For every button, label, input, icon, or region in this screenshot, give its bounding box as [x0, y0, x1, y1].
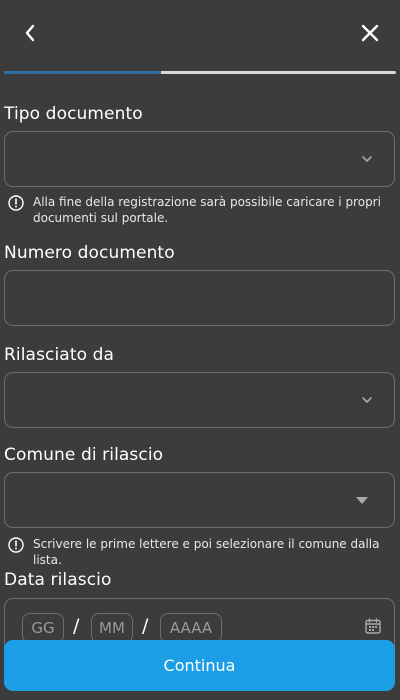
- tipo-documento-info: Alla fine della registrazione sarà possi…: [8, 194, 395, 226]
- rilasciato-da-label: Rilasciato da: [4, 345, 114, 365]
- info-text: Scrivere le prime lettere e poi selezion…: [33, 537, 380, 567]
- numero-documento-input[interactable]: [5, 271, 394, 325]
- numero-documento-field[interactable]: [4, 270, 395, 326]
- calendar-icon[interactable]: [364, 617, 382, 635]
- continue-button[interactable]: Continua: [4, 640, 395, 691]
- data-rilascio-label: Data rilascio: [4, 570, 112, 590]
- numero-documento-label: Numero documento: [4, 243, 175, 263]
- tipo-documento-select[interactable]: [4, 131, 395, 187]
- comune-di-rilascio-field[interactable]: [4, 472, 395, 528]
- progress-fill: [4, 71, 161, 74]
- info-text: Alla fine della registrazione sarà possi…: [33, 195, 381, 225]
- comune-di-rilascio-info: Scrivere le prime lettere e poi selezion…: [8, 536, 395, 568]
- tipo-documento-label: Tipo documento: [4, 104, 143, 124]
- chevron-left-icon: [25, 24, 35, 42]
- chevron-down-icon: [362, 397, 372, 403]
- back-button[interactable]: [14, 18, 46, 48]
- month-input[interactable]: MM: [91, 613, 133, 643]
- date-separator: /: [73, 615, 80, 637]
- chevron-down-icon: [362, 156, 372, 162]
- day-input[interactable]: GG: [22, 613, 64, 643]
- rilasciato-da-value[interactable]: [5, 373, 394, 427]
- info-icon: [8, 195, 24, 211]
- tipo-documento-value[interactable]: [5, 132, 394, 186]
- registration-screen: Tipo documento Alla fine della registraz…: [0, 0, 400, 700]
- date-separator: /: [142, 615, 149, 637]
- rilasciato-da-select[interactable]: [4, 372, 395, 428]
- top-bar: [0, 0, 400, 66]
- progress-bar: [4, 71, 396, 74]
- close-button[interactable]: [354, 18, 386, 48]
- caret-down-icon[interactable]: [356, 497, 368, 504]
- comune-di-rilascio-input[interactable]: [5, 473, 394, 527]
- year-input[interactable]: AAAA: [160, 613, 222, 643]
- comune-di-rilascio-label: Comune di rilascio: [4, 445, 164, 465]
- info-icon: [8, 537, 24, 553]
- close-icon: [361, 24, 379, 42]
